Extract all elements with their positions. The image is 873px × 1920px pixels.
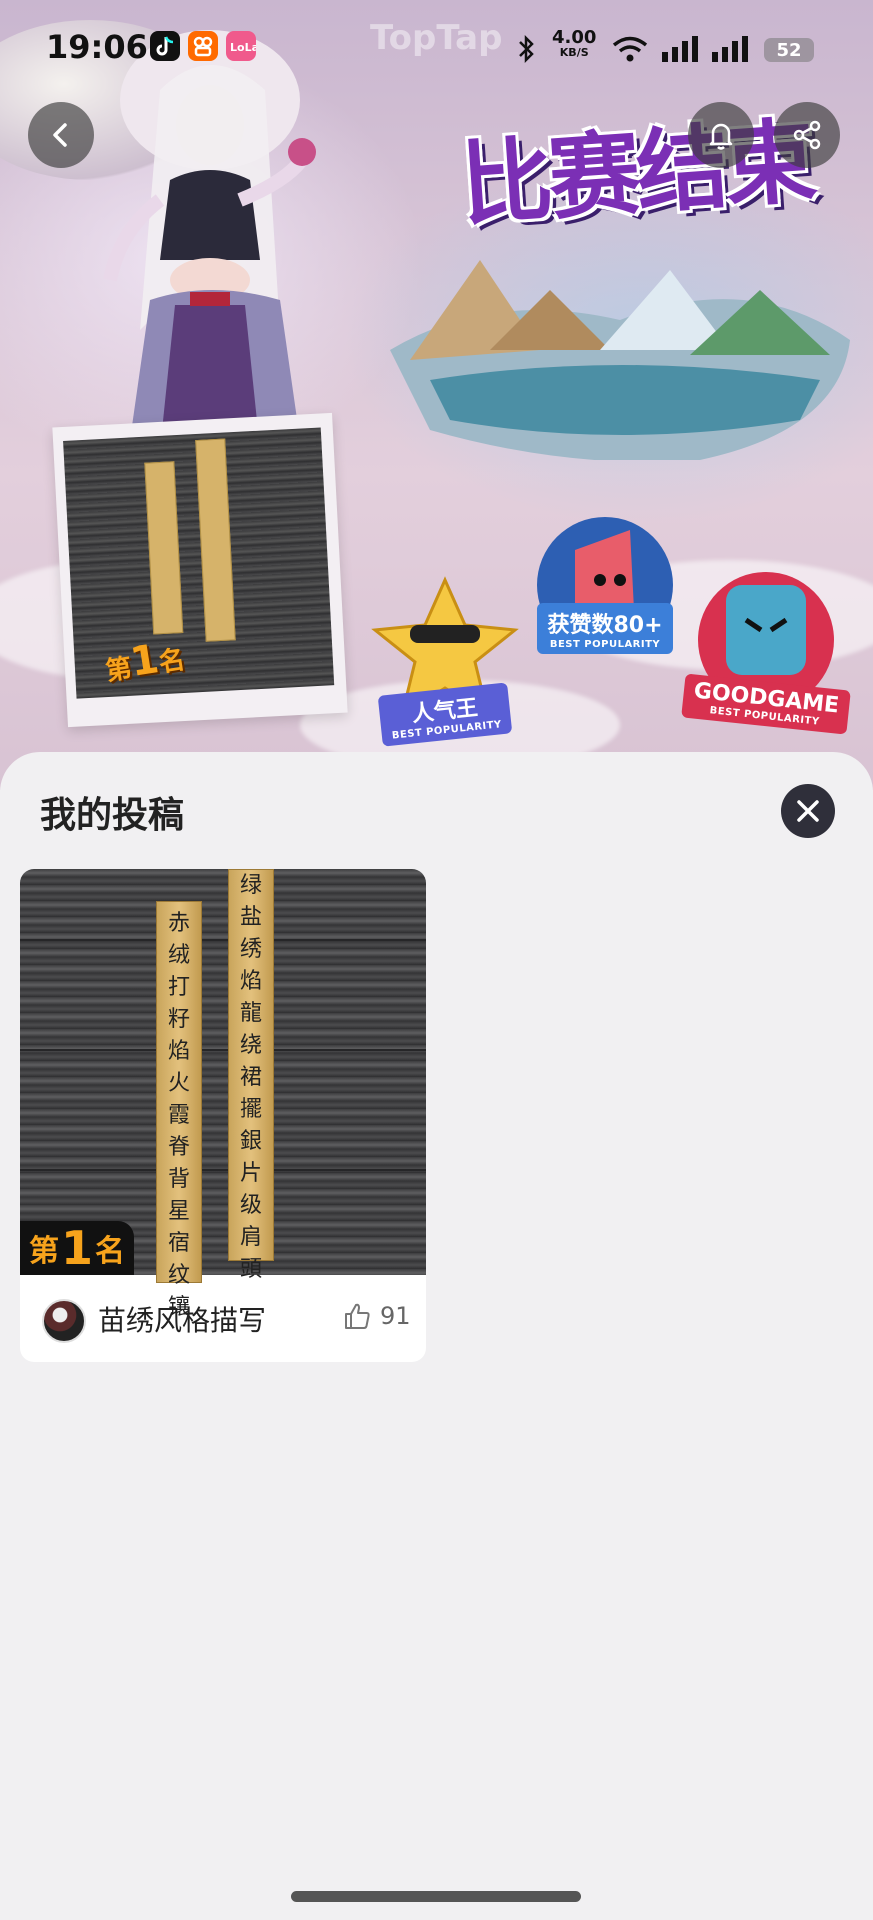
- share-icon: [793, 120, 821, 150]
- popularity-king-badge: 人气王 BEST POPULARITY: [370, 570, 520, 747]
- calligraphy-char: 级: [239, 1193, 262, 1218]
- calligraphy-char: 擺: [239, 1097, 262, 1122]
- svg-text:LoLa: LoLa: [230, 41, 256, 54]
- calligraphy-char: 绣: [239, 937, 262, 962]
- kuaishou-icon: [188, 31, 218, 61]
- signal-icon-2: [712, 36, 748, 62]
- clock: 19:06: [46, 28, 148, 66]
- calligraphy-char: 肩: [239, 1225, 262, 1250]
- tiktok-icon: [150, 31, 180, 61]
- calligraphy-char: 赤: [167, 911, 190, 936]
- bluetooth-icon: [519, 34, 534, 64]
- calligraphy-char: 脊: [167, 1135, 190, 1160]
- calligraphy-char: 龍: [239, 1001, 262, 1026]
- wifi-icon: [612, 36, 648, 62]
- plank-line: [20, 939, 426, 941]
- island-illustration: [390, 260, 850, 460]
- goodgame-badge: GOODGAME BEST POPULARITY: [681, 560, 851, 735]
- calligraphy-char: 宿: [167, 1231, 190, 1256]
- calligraphy-char: 籽: [167, 1007, 190, 1032]
- calligraphy-char: 焰: [239, 969, 262, 994]
- status-bar: 19:06 LoLa 4.00 KB/S 52: [0, 0, 873, 96]
- winning-photo-thumbnail: 第1名: [52, 412, 348, 728]
- close-button[interactable]: [781, 784, 835, 838]
- brass-strip-right: 绿盐绣焰龍绕裙擺銀片级肩頭: [228, 869, 274, 1282]
- calligraphy-char: 打: [167, 975, 190, 1000]
- brass-strip-left: 赤绒打籽焰火霞脊背星宿纹镶: [156, 901, 202, 1320]
- calligraphy-char: 绿: [239, 873, 262, 898]
- calligraphy-char: 片: [239, 1161, 262, 1186]
- notification-button[interactable]: [688, 102, 754, 168]
- submission-footer: 苗绣风格描写 91: [20, 1275, 426, 1362]
- network-speed: 4.00 KB/S: [552, 27, 597, 60]
- lofter-icon: LoLa: [226, 31, 259, 61]
- plank-line: [20, 1169, 426, 1171]
- chevron-left-icon: [53, 123, 67, 147]
- submission-card[interactable]: 赤绒打籽焰火霞脊背星宿纹镶 绿盐绣焰龍绕裙擺銀片级肩頭 第1名 苗绣风格描写 9…: [20, 869, 426, 1362]
- home-indicator[interactable]: [291, 1891, 581, 1902]
- signal-icon: [662, 36, 698, 62]
- calligraphy-char: 裙: [239, 1065, 262, 1090]
- share-button[interactable]: [774, 102, 840, 168]
- calligraphy-char: 绕: [239, 1033, 262, 1058]
- calligraphy-char: 焰: [167, 1039, 190, 1064]
- bell-icon: [709, 123, 733, 150]
- sheet-title: 我的投稿: [40, 795, 185, 836]
- close-icon: [797, 800, 819, 822]
- rank-badge: 第1名: [20, 1221, 134, 1275]
- calligraphy-char: 盐: [239, 905, 262, 930]
- calligraphy-char: 霞: [167, 1103, 190, 1128]
- submission-title[interactable]: 苗绣风格描写: [98, 1299, 266, 1339]
- submission-image[interactable]: 赤绒打籽焰火霞脊背星宿纹镶 绿盐绣焰龍绕裙擺銀片级肩頭 第1名: [20, 869, 426, 1320]
- thumbs-up-icon[interactable]: [342, 1301, 372, 1331]
- calligraphy-char: 銀: [239, 1129, 262, 1154]
- calligraphy-char: 火: [167, 1071, 190, 1096]
- my-submissions-sheet: 我的投稿 赤绒打籽焰火霞脊背星宿纹镶 绿盐绣焰龍绕裙擺銀片级肩頭 第1名 苗绣风…: [0, 752, 873, 1920]
- badge-label: 获赞数80+ BEST POPULARITY: [537, 603, 673, 654]
- like-count: 91: [380, 1302, 411, 1330]
- calligraphy-char: 背: [167, 1167, 190, 1192]
- battery-indicator: 52: [764, 38, 814, 62]
- likes-80-badge: 获赞数80+ BEST POPULARITY: [530, 510, 680, 670]
- calligraphy-char: 星: [167, 1199, 190, 1224]
- avatar[interactable]: [42, 1299, 86, 1343]
- contest-ended-title-art: 比赛结束: [457, 106, 816, 239]
- plank-line: [20, 1049, 426, 1051]
- back-button[interactable]: [28, 102, 94, 168]
- calligraphy-char: 绒: [167, 943, 190, 968]
